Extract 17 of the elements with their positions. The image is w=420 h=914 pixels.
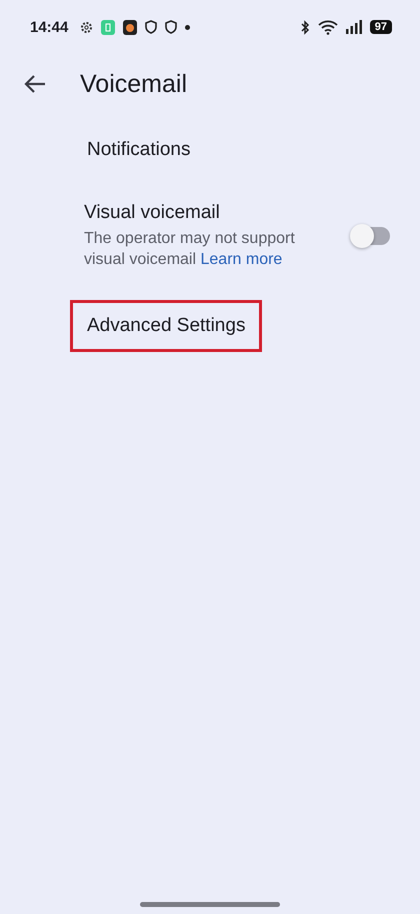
settings-item[interactable]: Advanced Settings — [70, 300, 262, 352]
wifi-icon — [318, 20, 338, 34]
shield-icon — [165, 20, 178, 34]
app-icon — [123, 20, 138, 34]
dot-icon — [185, 24, 190, 30]
signal-icon — [346, 20, 362, 34]
learn-more-link[interactable]: Learn more — [200, 251, 282, 268]
gear-icon — [80, 20, 94, 34]
setting-description: The operator may not support visual voicemail Learn more — [84, 229, 296, 270]
setting-title: Visual voicemail — [84, 202, 221, 224]
battery-level: 97 — [370, 20, 392, 34]
app-icon — [101, 20, 116, 34]
shield-icon — [145, 20, 158, 34]
status-time: 14:44 — [30, 18, 68, 36]
page-title: Voicemail — [80, 70, 187, 98]
bluetooth-icon — [300, 20, 310, 34]
settings-item[interactable]: Notifications — [70, 124, 208, 176]
